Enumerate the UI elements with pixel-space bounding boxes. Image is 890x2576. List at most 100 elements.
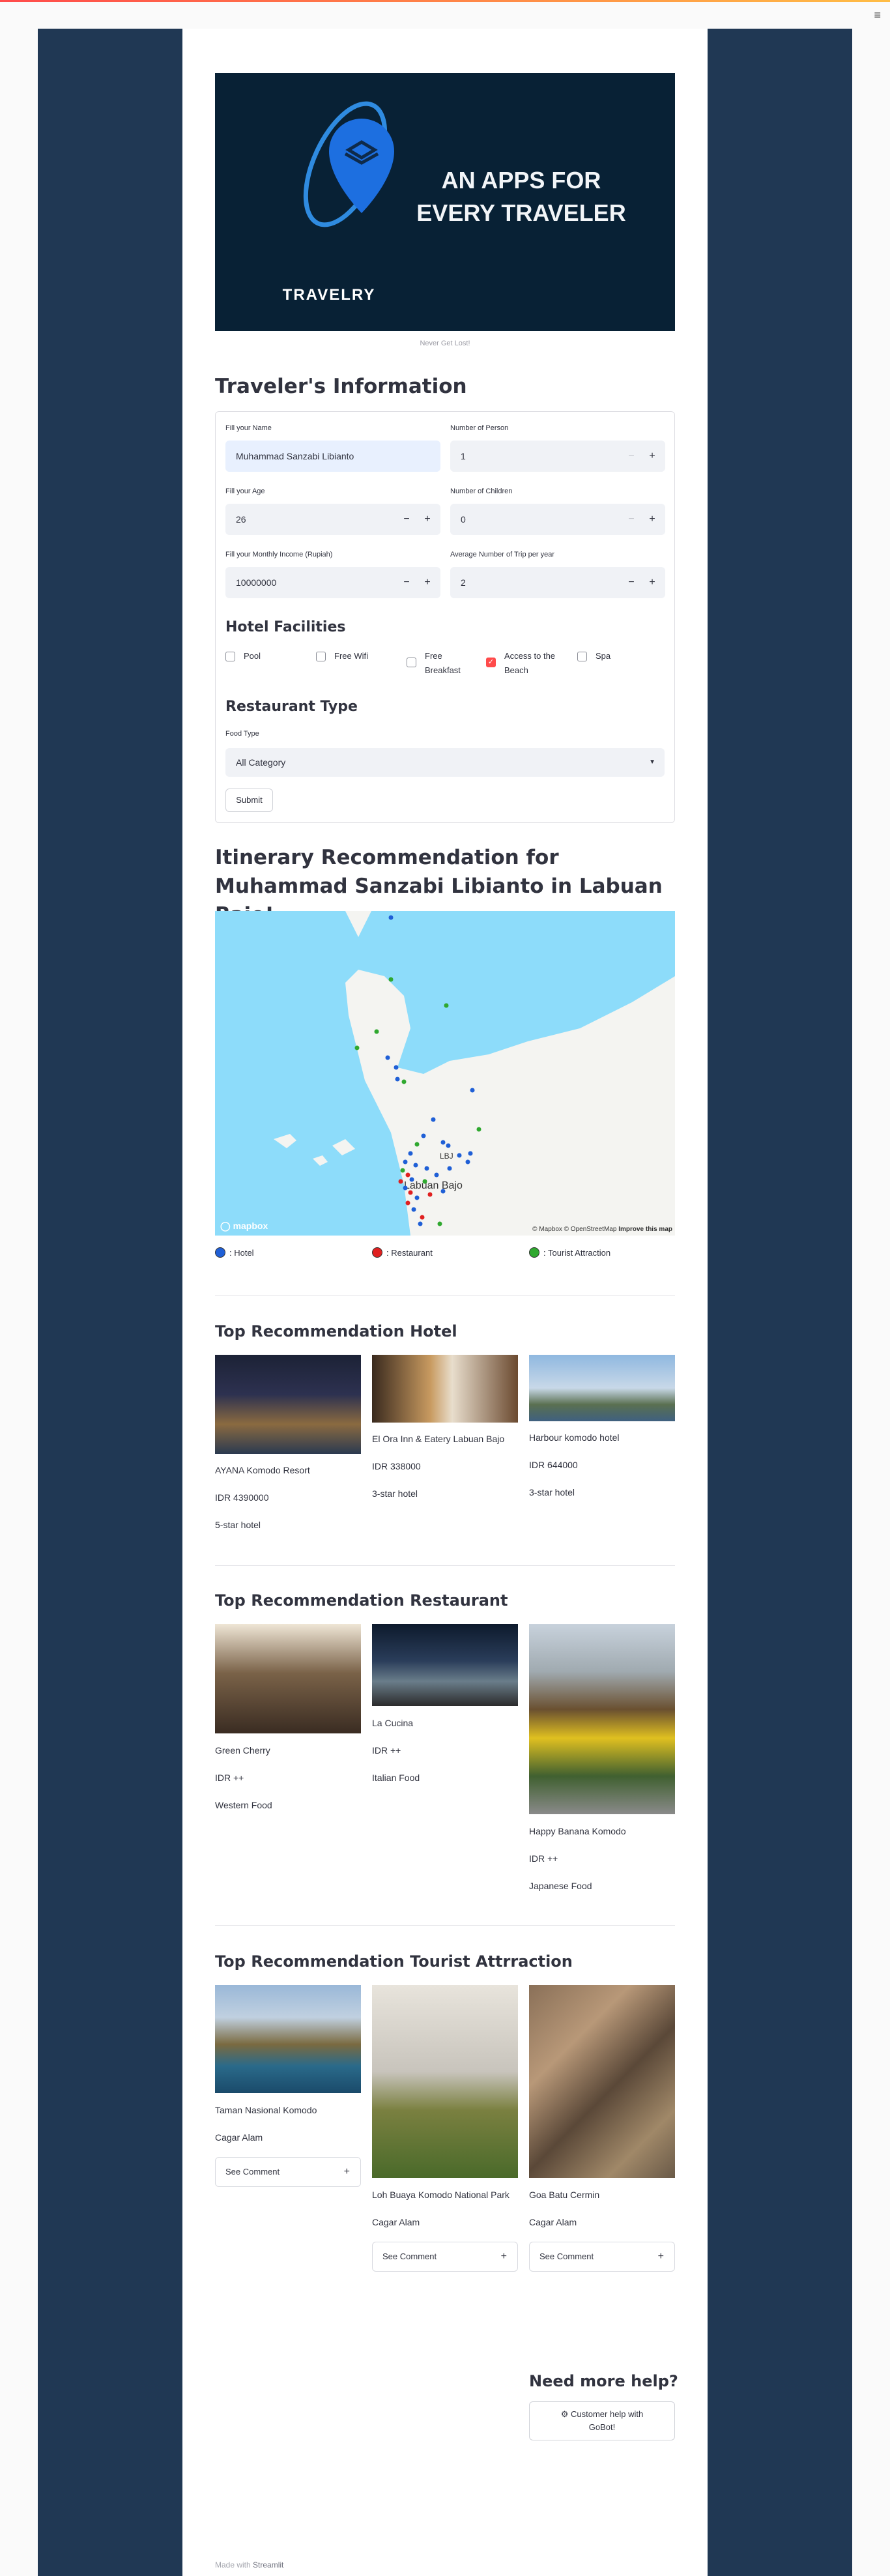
attractions-title: Top Recommendation Tourist Attrraction [215, 1952, 573, 1971]
hero-headline-line1: AN APPS FOR [441, 167, 601, 194]
persons-label: Number of Person [450, 424, 509, 432]
attraction-name: Taman Nasional Komodo [215, 2105, 317, 2115]
decrement-icon[interactable]: − [396, 567, 417, 598]
hotel-price: IDR 644000 [529, 1460, 578, 1470]
food-type-value: All Category [236, 757, 286, 768]
gobot-button-line1: Customer help with [571, 2409, 644, 2419]
children-stepper[interactable]: 0 − + [450, 504, 665, 535]
see-comment-expander[interactable]: See Comment + [529, 2242, 675, 2272]
hero-headline: AN APPS FOR EVERY TRAVELER [410, 164, 632, 229]
restaurant-type: Italian Food [372, 1773, 420, 1783]
checkbox[interactable] [225, 652, 235, 661]
hotel-image [215, 1355, 361, 1454]
restaurant-name: Happy Banana Komodo [529, 1826, 626, 1836]
decrement-icon[interactable]: − [621, 567, 642, 598]
restaurant-type: Japanese Food [529, 1881, 592, 1891]
submit-button[interactable]: Submit [225, 789, 273, 812]
see-comment-label: See Comment [382, 2251, 437, 2261]
gobot-button-line2: GoBot! [588, 2422, 616, 2432]
right-sidebar-panel [708, 29, 852, 2576]
facility-label: Pool [244, 651, 261, 661]
age-label: Fill your Age [225, 487, 265, 495]
restaurant-type: Western Food [215, 1800, 272, 1810]
hotel-stars: 3-star hotel [529, 1487, 575, 1498]
increment-icon[interactable]: + [642, 504, 663, 535]
hotel-name: El Ora Inn & Eatery Labuan Bajo [372, 1434, 505, 1444]
decrement-icon[interactable]: − [396, 504, 417, 535]
attraction-name: Loh Buaya Komodo National Park [372, 2190, 510, 2200]
divider [215, 1295, 675, 1296]
restaurant-image [215, 1624, 361, 1733]
hotel-price: IDR 338000 [372, 1461, 421, 1471]
increment-icon[interactable]: + [417, 504, 438, 535]
restaurant-title: Restaurant Type [225, 699, 358, 715]
traveler-form: Fill your Name Muhammad Sanzabi Libianto… [215, 411, 675, 823]
mapbox-logo[interactable]: ◯ mapbox [220, 1221, 268, 1232]
attraction-image [372, 1985, 518, 2178]
see-comment-expander[interactable]: See Comment + [372, 2242, 518, 2272]
checkbox-checked-icon[interactable]: ✓ [486, 658, 496, 667]
income-value: 10000000 [236, 577, 277, 588]
legend-label: : Tourist Attraction [543, 1248, 611, 1258]
streamlit-link[interactable]: Streamlit [253, 2560, 283, 2569]
legend-dot [372, 1247, 382, 1258]
hotels-title: Top Recommendation Hotel [215, 1322, 457, 1340]
age-stepper[interactable]: 26 − + [225, 504, 440, 535]
hotel-stars: 3-star hotel [372, 1488, 418, 1499]
map-canvas[interactable]: Labuan Bajo LBJ [215, 911, 675, 1236]
hotel-price: IDR 4390000 [215, 1492, 269, 1503]
itinerary-map[interactable]: Labuan Bajo LBJ ◯ mapbox © Mapbox © Open… [215, 911, 675, 1236]
footer-prefix: Made with [215, 2560, 251, 2569]
plus-icon: + [657, 2251, 664, 2262]
increment-icon[interactable]: + [417, 567, 438, 598]
increment-icon[interactable]: + [642, 441, 663, 472]
hamburger-icon[interactable]: ≡ [874, 9, 881, 21]
hotel-name: Harbour komodo hotel [529, 1432, 620, 1443]
restaurants-title: Top Recommendation Restaurant [215, 1591, 508, 1610]
attraction-name: Goa Batu Cermin [529, 2190, 600, 2200]
decrement-icon[interactable]: − [621, 441, 642, 472]
trips-stepper[interactable]: 2 − + [450, 567, 665, 598]
hero-banner: AN APPS FOR EVERY TRAVELER TRAVELRY [215, 73, 675, 331]
chevron-down-icon: ▼ [649, 759, 655, 766]
checkbox[interactable] [577, 652, 587, 661]
divider [215, 1565, 675, 1566]
attraction-image [215, 1985, 361, 2093]
facility-label: Access to the Beach [504, 651, 556, 675]
income-stepper[interactable]: 10000000 − + [225, 567, 440, 598]
top-decoration-bar [0, 0, 890, 2]
map-attribution-text[interactable]: © Mapbox © OpenStreetMap [532, 1226, 616, 1233]
improve-map-link[interactable]: Improve this map [618, 1226, 672, 1233]
legend-label: : Hotel [229, 1248, 254, 1258]
persons-stepper[interactable]: 1 − + [450, 441, 665, 472]
checkbox[interactable] [407, 658, 416, 667]
restaurant-image [529, 1624, 675, 1814]
children-label: Number of Children [450, 487, 513, 495]
hotel-image [372, 1355, 518, 1423]
attraction-category: Cagar Alam [529, 2217, 577, 2227]
attraction-category: Cagar Alam [372, 2217, 420, 2227]
legend-dot [215, 1247, 225, 1258]
hero-logo-text: TRAVELRY [282, 286, 376, 304]
food-type-label: Food Type [225, 730, 259, 738]
page-title: Traveler's Information [215, 375, 467, 398]
map-airport-label: LBJ [440, 1151, 453, 1161]
legend-attraction: : Tourist Attraction [529, 1247, 610, 1259]
checkbox[interactable] [316, 652, 326, 661]
persons-value: 1 [461, 451, 466, 461]
hotel-stars: 5-star hotel [215, 1520, 261, 1530]
facility-label: Spa [596, 651, 611, 661]
food-type-select[interactable]: All Category ▼ [225, 748, 665, 777]
increment-icon[interactable]: + [642, 567, 663, 598]
hotel-image [529, 1355, 675, 1421]
map-attribution[interactable]: © Mapbox © OpenStreetMap Improve this ma… [532, 1226, 672, 1233]
decrement-icon[interactable]: − [621, 504, 642, 535]
gobot-help-button[interactable]: ⚙ Customer help with GoBot! [529, 2401, 675, 2440]
restaurant-image [372, 1624, 518, 1706]
facilities-title: Hotel Facilities [225, 619, 346, 635]
restaurant-name: Green Cherry [215, 1745, 270, 1756]
restaurant-name: La Cucina [372, 1718, 414, 1728]
see-comment-expander[interactable]: See Comment + [215, 2157, 361, 2187]
name-input[interactable]: Muhammad Sanzabi Libianto [225, 441, 440, 472]
divider [215, 1925, 675, 1926]
